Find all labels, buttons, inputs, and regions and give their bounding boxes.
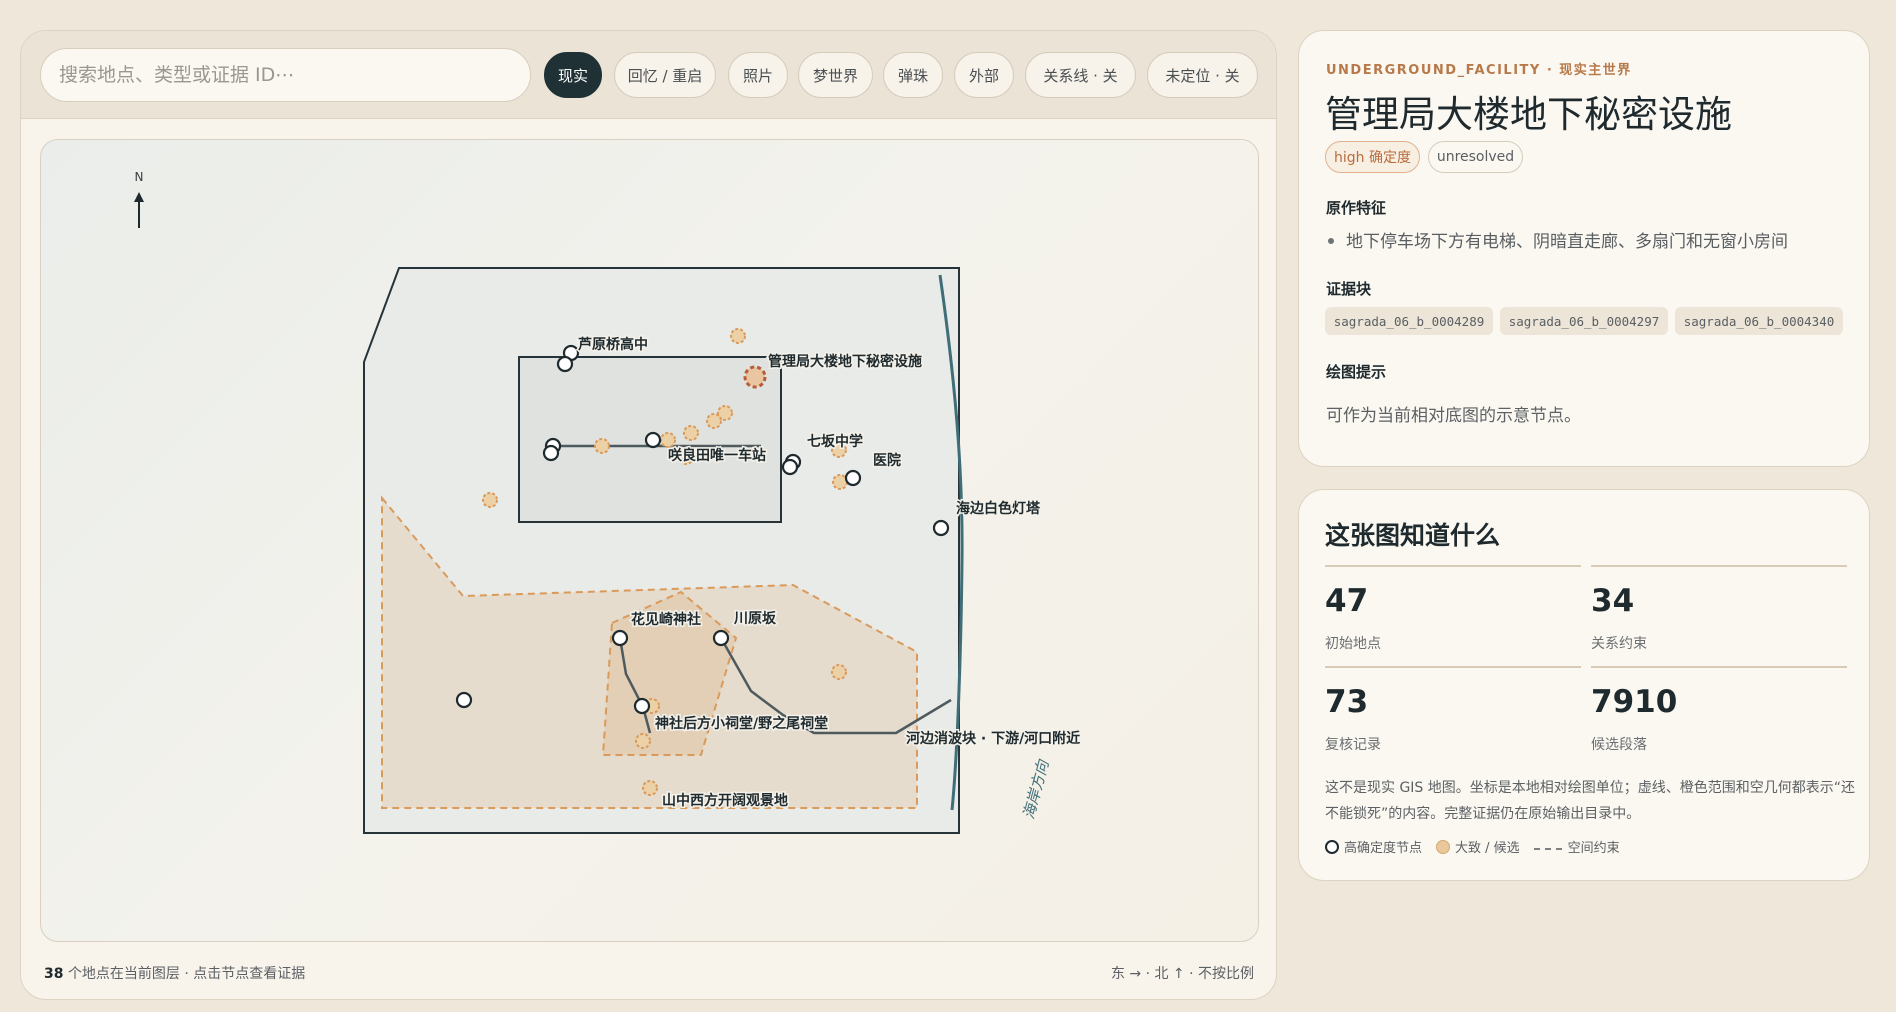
candidate-marker: [730, 328, 746, 344]
layer-count-caption: 个地点在当前图层 · 点击节点查看证据: [67, 966, 306, 982]
node-nanasaka-middle[interactable]: [781, 458, 799, 476]
candidate-marker: [594, 438, 610, 454]
place-label-west-viewpoint: 山中西方开阔观景地: [662, 792, 788, 809]
place-type-eyebrow: UNDERGROUND_FACILITY · 现实主世界: [1326, 63, 1632, 78]
hint-heading: 绘图提示: [1326, 363, 1387, 381]
map-footer: 38 个地点在当前图层 · 点击节点查看证据 东 → · 北 ↑ · 不按比例: [21, 941, 1276, 999]
orientation-note: 东 → · 北 ↑ · 不按比例: [1110, 966, 1254, 982]
place-detail-card: UNDERGROUND_FACILITY · 现实主世界 管理局大楼地下秘密设施…: [1298, 30, 1870, 467]
evidence-chip[interactable]: sagrada_06_b_0004340: [1675, 307, 1843, 335]
stat-relation-constraints: 34 关系约束: [1591, 565, 1847, 660]
node-hospital[interactable]: [844, 469, 862, 487]
candidate-marker: [706, 413, 722, 429]
stat-value: 47: [1325, 583, 1369, 619]
filter-toolbar: 现实 回忆 / 重启 照片 梦世界 弹珠 外部 关系线 · 关 未定位 · 关: [21, 31, 1276, 119]
filter-chip-external[interactable]: 外部: [954, 52, 1014, 98]
node-station-west[interactable]: [542, 444, 560, 462]
layer-count-text: 38 个地点在当前图层 · 点击节点查看证据: [44, 963, 305, 983]
place-label-hanamisaki-shrine: 花见崎神社: [631, 611, 701, 628]
layer-count: 38: [44, 966, 64, 982]
map-summary-card: 这张图知道什么 47 初始地点 34 关系约束 73 复核记录 7910 候选段…: [1298, 489, 1870, 881]
node-station[interactable]: [644, 431, 662, 449]
node-lighthouse[interactable]: [932, 519, 950, 537]
hint-text: 可作为当前相对底图的示意节点。: [1326, 406, 1581, 426]
coast-direction-label: 海岸方向: [1019, 756, 1052, 821]
filter-chip-photo[interactable]: 照片: [728, 52, 788, 98]
legend-label: 大致 / 候选: [1455, 841, 1520, 856]
place-label-kawarazaka: 川原坂: [733, 610, 777, 627]
filter-chip-dream-world[interactable]: 梦世界: [798, 52, 873, 98]
node-hanamisaki-shrine[interactable]: [611, 629, 629, 647]
place-label-ashihara-high: 芦原桥高中: [578, 336, 648, 353]
feature-item: 地下停车场下方有电梯、阴暗直走廊、多扇门和无窗小房间: [1326, 227, 1788, 252]
bullet-dot-icon: [1328, 238, 1334, 244]
selected-node-underground-facility[interactable]: [743, 365, 767, 389]
disclaimer-note: 这不是现实 GIS 地图。坐标是本地相对绘图单位；虚线、橙色范围和空几何都表示“…: [1325, 780, 1856, 822]
candidate-marker: [642, 780, 658, 796]
filter-chip-marble[interactable]: 弹珠: [883, 52, 943, 98]
legend-item-spatial-constraint: 空间约束: [1533, 837, 1620, 856]
legend-label: 空间约束: [1567, 841, 1620, 856]
stat-initial-places: 47 初始地点: [1325, 565, 1581, 660]
node-ashihara-high[interactable]: [556, 355, 574, 373]
stat-candidate-passages: 7910 候选段落: [1591, 666, 1847, 761]
legend-item-high-confidence: 高确定度节点: [1325, 837, 1422, 856]
stat-value: 34: [1591, 583, 1635, 619]
node-small-shrine[interactable]: [633, 697, 651, 715]
north-label: N: [135, 170, 144, 184]
search-input[interactable]: [40, 48, 531, 102]
candidate-marker: [832, 474, 848, 490]
candidate-marker: [635, 733, 651, 749]
legend-item-candidate: 大致 / 候选: [1436, 837, 1520, 856]
place-label-underground-facility: 管理局大楼地下秘密设施: [768, 353, 922, 370]
filter-chip-unlocated[interactable]: 未定位 · 关: [1147, 52, 1258, 98]
summary-title: 这张图知道什么: [1325, 521, 1501, 550]
stat-label: 复核记录: [1325, 737, 1381, 753]
place-label-station: 咲良田唯一车站: [668, 447, 766, 464]
stat-value: 73: [1325, 684, 1369, 720]
candidate-marker: [660, 432, 676, 448]
candidate-marker: [482, 492, 498, 508]
place-label-hospital: 医院: [873, 452, 901, 469]
evidence-chip[interactable]: sagrada_06_b_0004297: [1500, 307, 1668, 335]
features-heading: 原作特征: [1326, 199, 1387, 217]
candidate-marker: [683, 425, 699, 441]
evidence-heading: 证据块: [1326, 280, 1372, 298]
confidence-badge: high 确定度: [1325, 141, 1420, 173]
stat-label: 初始地点: [1325, 636, 1381, 652]
map-svg: N 海岸方向 芦原桥高中 管理局大楼地下秘密设施 咲良田唯一车站 七坂中学 医院…: [134, 170, 1082, 834]
place-label-river-breakwater: 河边消波块 · 下游/河口附近: [906, 730, 1080, 747]
evidence-chip[interactable]: sagrada_06_b_0004289: [1325, 307, 1493, 335]
filled-circle-icon: [1436, 839, 1451, 854]
place-label-lighthouse: 海边白色灯塔: [956, 500, 1041, 517]
legend-label: 高确定度节点: [1344, 841, 1423, 856]
feature-text: 地下停车场下方有电梯、阴暗直走廊、多扇门和无窗小房间: [1346, 232, 1788, 252]
north-arrow-icon: [134, 192, 144, 228]
place-title: 管理局大楼地下秘密设施: [1325, 93, 1732, 136]
filter-chip-reality[interactable]: 现实: [544, 52, 602, 98]
map-legend: 高确定度节点 大致 / 候选 空间约束: [1325, 837, 1634, 856]
stat-value: 7910: [1591, 684, 1678, 720]
dashed-line-icon: [1533, 847, 1562, 850]
stat-review-records: 73 复核记录: [1325, 666, 1581, 761]
stat-label: 关系约束: [1591, 636, 1647, 652]
map-canvas[interactable]: N 海岸方向 芦原桥高中 管理局大楼地下秘密设施 咲良田唯一车站 七坂中学 医院…: [40, 139, 1259, 942]
place-label-small-shrine: 神社后方小祠堂/野之尾祠堂: [655, 715, 828, 732]
node-kawarazaka[interactable]: [712, 629, 730, 647]
filter-chip-relation-lines[interactable]: 关系线 · 关: [1025, 52, 1136, 98]
map-panel: 现实 回忆 / 重启 照片 梦世界 弹珠 外部 关系线 · 关 未定位 · 关 …: [20, 30, 1277, 1000]
place-label-nanasaka-middle: 七坂中学: [807, 433, 863, 450]
hollow-circle-icon: [1325, 839, 1339, 854]
status-badge: unresolved: [1428, 141, 1523, 173]
candidate-marker: [831, 664, 847, 680]
node-unlabeled[interactable]: [455, 691, 473, 709]
stat-label: 候选段落: [1591, 737, 1647, 753]
filter-chip-memory-reset[interactable]: 回忆 / 重启: [614, 52, 716, 98]
